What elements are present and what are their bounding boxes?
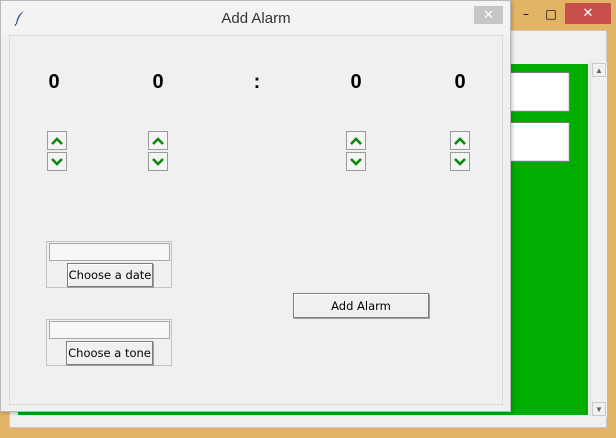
minute-tens-spinner xyxy=(346,131,366,172)
maximize-button[interactable]: □ xyxy=(540,3,562,24)
minimize-button[interactable]: – xyxy=(514,3,538,24)
main-close-button[interactable]: ✕ xyxy=(565,3,611,24)
vertical-scrollbar[interactable]: ▲ ▼ xyxy=(590,62,607,417)
choose-tone-button[interactable]: Choose a tone xyxy=(66,341,153,365)
tone-picker: Choose a tone xyxy=(46,319,172,366)
decrement-button[interactable] xyxy=(346,152,366,171)
hour-tens-spinner xyxy=(47,131,67,172)
time-separator: : xyxy=(253,71,261,93)
hour-tens-digit: 0 xyxy=(48,71,60,93)
increment-button[interactable] xyxy=(450,131,470,150)
chevron-down-icon xyxy=(454,157,466,166)
scroll-down-arrow[interactable]: ▼ xyxy=(592,402,606,416)
date-picker: Choose a date xyxy=(46,241,172,288)
choose-date-button[interactable]: Choose a date xyxy=(67,263,153,287)
chevron-up-icon xyxy=(454,136,466,145)
hour-ones-spinner xyxy=(148,131,168,172)
chevron-up-icon xyxy=(152,136,164,145)
chevron-down-icon xyxy=(51,157,63,166)
increment-button[interactable] xyxy=(346,131,366,150)
decrement-button[interactable] xyxy=(148,152,168,171)
minute-ones-spinner xyxy=(450,131,470,172)
minute-tens-digit: 0 xyxy=(350,71,362,93)
decrement-button[interactable] xyxy=(47,152,67,171)
date-field[interactable] xyxy=(49,243,170,261)
scroll-up-arrow[interactable]: ▲ xyxy=(592,63,606,77)
increment-button[interactable] xyxy=(47,131,67,150)
hour-ones-digit: 0 xyxy=(152,71,164,93)
tone-field[interactable] xyxy=(49,321,170,339)
dialog-close-button[interactable]: ✕ xyxy=(474,6,503,24)
minute-ones-digit: 0 xyxy=(454,71,466,93)
chevron-up-icon xyxy=(51,136,63,145)
increment-button[interactable] xyxy=(148,131,168,150)
decrement-button[interactable] xyxy=(450,152,470,171)
chevron-up-icon xyxy=(350,136,362,145)
dialog-titlebar: Add Alarm ✕ xyxy=(1,1,510,35)
dialog-title: Add Alarm xyxy=(221,10,291,27)
chevron-down-icon xyxy=(152,157,164,166)
add-alarm-dialog: Add Alarm ✕ 0 0 : 0 0 Choose a date Choo… xyxy=(0,0,511,412)
add-alarm-button[interactable]: Add Alarm xyxy=(293,293,429,318)
chevron-down-icon xyxy=(350,157,362,166)
